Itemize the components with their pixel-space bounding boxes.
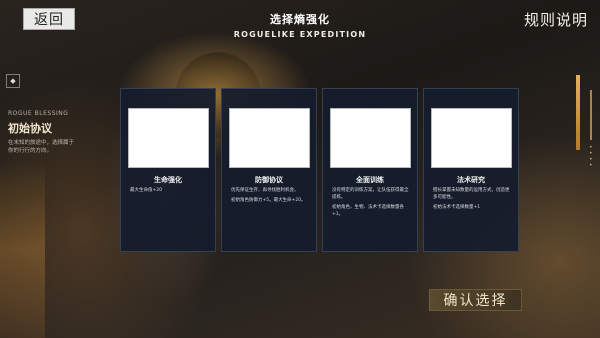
card-title: 防御协议 bbox=[255, 176, 283, 184]
page-subtitle: ROGUELIKE EXPEDITION bbox=[233, 30, 367, 39]
confirm-button[interactable]: 确认选择 bbox=[429, 289, 522, 311]
card-desc-line: 初始角色，生物、法术卡选择数量各+1。 bbox=[332, 205, 404, 217]
blessing-description: 在未知的旅途中，选择属于你的行行的方向。 bbox=[8, 140, 75, 154]
card-title: 全面训练 bbox=[356, 176, 384, 184]
blessing-label-en: ROGUE BLESSING bbox=[8, 110, 69, 117]
option-card-3[interactable]: 全面训练 没有特定的训练方案，让队伍获得最全提练。 初始角色，生物、法术卡选择数… bbox=[322, 88, 418, 252]
card-title: 法术研究 bbox=[457, 176, 485, 184]
card-desc-line: 没有特定的训练方案，让队伍获得最全提练。 bbox=[332, 188, 409, 200]
card-desc-line: 初始法术卡选择数量+1 bbox=[433, 205, 481, 210]
rules-button[interactable]: 规则说明 bbox=[524, 9, 588, 30]
right-accent-bar bbox=[576, 75, 580, 150]
card-description: 最大生命值+20 bbox=[130, 187, 210, 197]
page-title: 选择熵强化 bbox=[270, 13, 330, 26]
option-card-4[interactable]: 法术研究 擅长掌握未知数量的运用方式，创造更多可能性。 初始法术卡选择数量+1 bbox=[423, 88, 519, 252]
card-image bbox=[330, 108, 411, 168]
card-image bbox=[229, 108, 310, 168]
card-description: 优先保证生存，再寻找胜利机会。 初始角色防御力+5。最大生命+20。 bbox=[231, 187, 311, 207]
left-decoration bbox=[0, 160, 45, 338]
card-desc-line: 最大生命值+20 bbox=[130, 188, 162, 193]
card-image bbox=[128, 108, 209, 168]
card-description: 没有特定的训练方案，让队伍获得最全提练。 初始角色，生物、法术卡选择数量各+1。 bbox=[332, 187, 412, 221]
card-image bbox=[431, 108, 512, 168]
card-desc-line: 初始角色防御力+5。最大生命+20。 bbox=[231, 198, 306, 203]
option-card-2[interactable]: 防御协议 优先保证生存，再寻找胜利机会。 初始角色防御力+5。最大生命+20。 bbox=[221, 88, 317, 252]
card-desc-line: 优先保证生存，再寻找胜利机会。 bbox=[231, 188, 299, 193]
card-title: 生命强化 bbox=[154, 176, 182, 184]
card-description: 擅长掌握未知数量的运用方式，创造更多可能性。 初始法术卡选择数量+1 bbox=[433, 187, 513, 214]
right-dots-decoration: • • • • bbox=[589, 144, 593, 169]
side-tag-icon[interactable]: ◆ bbox=[6, 74, 20, 88]
option-card-1[interactable]: 生命强化 最大生命值+20 bbox=[120, 88, 216, 252]
right-accent-line bbox=[590, 90, 592, 140]
card-desc-line: 擅长掌握未知数量的运用方式，创造更多可能性。 bbox=[433, 188, 510, 200]
blessing-title: 初始协议 bbox=[8, 122, 52, 135]
